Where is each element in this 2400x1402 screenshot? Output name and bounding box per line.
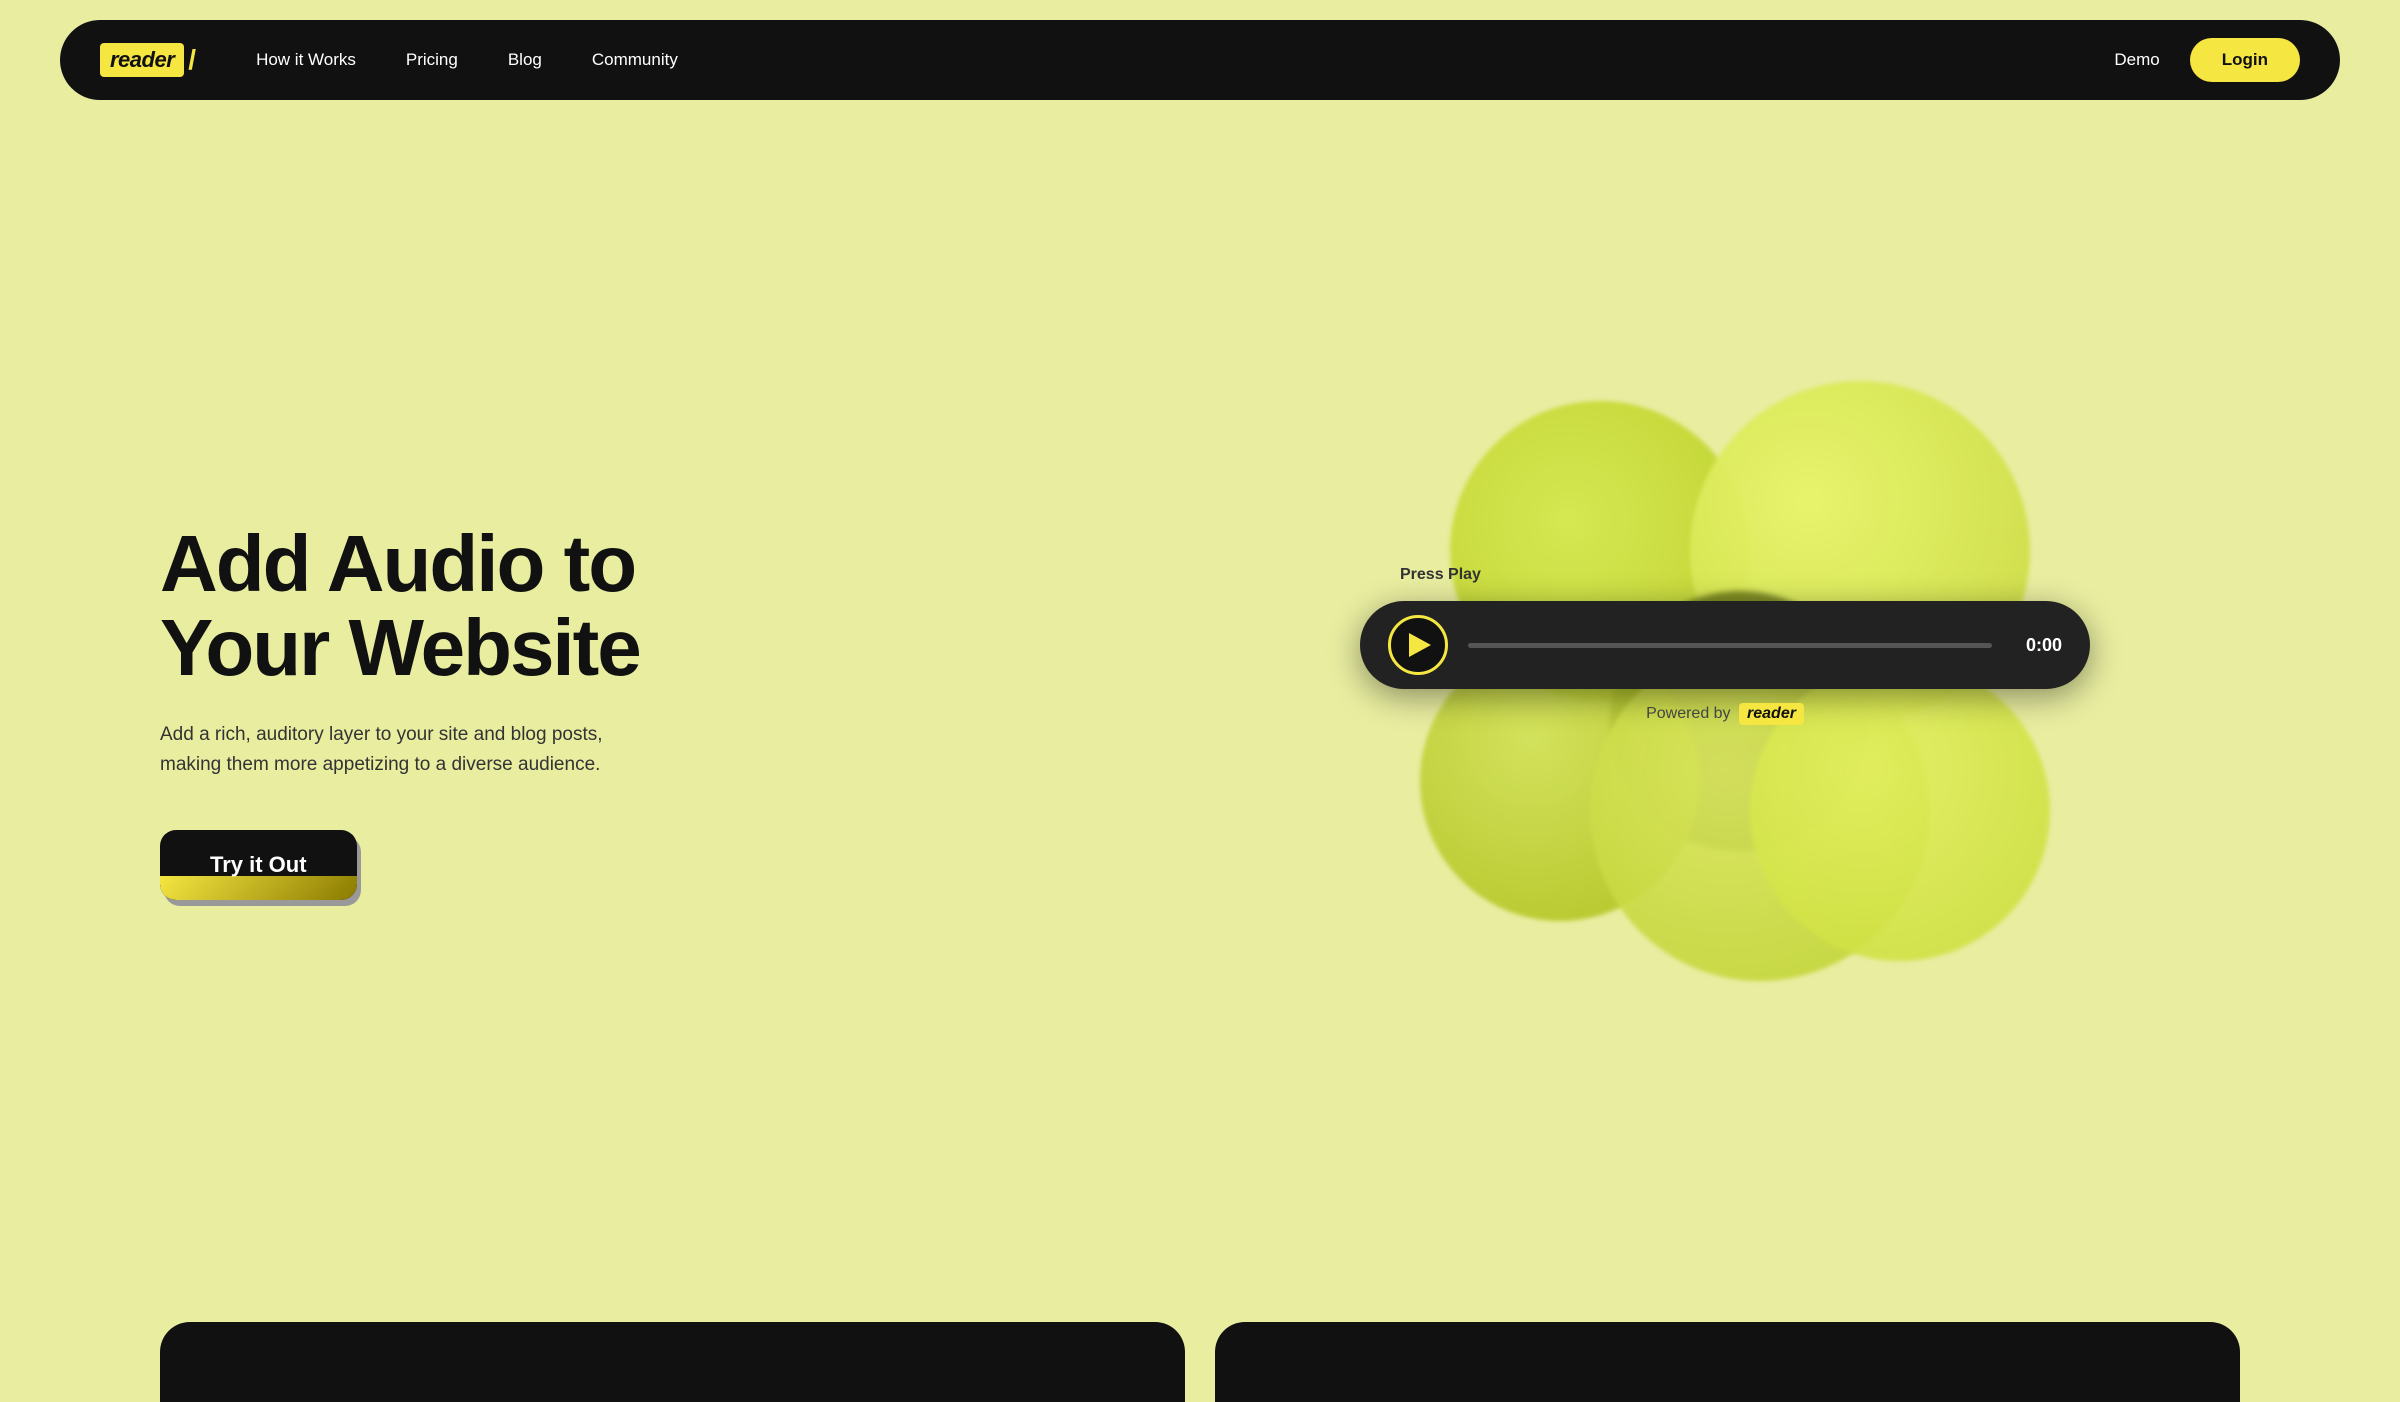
blobs-container: Press Play 0:00 Powered by reader bbox=[1390, 381, 2090, 1061]
play-icon bbox=[1409, 633, 1431, 657]
login-button[interactable]: Login bbox=[2190, 38, 2300, 82]
bottom-card-left bbox=[160, 1322, 1185, 1402]
progress-bar[interactable] bbox=[1468, 643, 1992, 648]
nav-links: How it Works Pricing Blog Community bbox=[256, 50, 2114, 70]
hero-description: Add a rich, auditory layer to your site … bbox=[160, 720, 640, 781]
hero-section: Add Audio to Your Website Add a rich, au… bbox=[0, 120, 2400, 1322]
nav-item-how-it-works[interactable]: How it Works bbox=[256, 50, 356, 70]
logo-slash-icon: / bbox=[188, 44, 196, 76]
audio-player-wrapper: 0:00 Powered by reader bbox=[1360, 601, 2090, 725]
navbar: reader / How it Works Pricing Blog Commu… bbox=[60, 20, 2340, 100]
press-play-label: Press Play bbox=[1400, 566, 1481, 584]
try-it-out-button[interactable]: Try it Out bbox=[160, 830, 357, 900]
hero-title: Add Audio to Your Website bbox=[160, 522, 1304, 690]
logo-text: reader bbox=[100, 43, 184, 77]
audio-player: 0:00 bbox=[1360, 601, 2090, 689]
nav-item-blog[interactable]: Blog bbox=[508, 50, 542, 70]
bottom-cards bbox=[0, 1322, 2400, 1402]
time-display: 0:00 bbox=[2012, 635, 2062, 656]
nav-right: Demo Login bbox=[2114, 38, 2300, 82]
nav-item-pricing[interactable]: Pricing bbox=[406, 50, 458, 70]
nav-item-community[interactable]: Community bbox=[592, 50, 678, 70]
powered-by: Powered by reader bbox=[1360, 703, 2090, 725]
bottom-card-right bbox=[1215, 1322, 2240, 1402]
demo-link[interactable]: Demo bbox=[2114, 50, 2159, 70]
logo-link[interactable]: reader / bbox=[100, 43, 196, 77]
powered-by-logo: reader bbox=[1739, 703, 1804, 725]
play-button[interactable] bbox=[1388, 615, 1448, 675]
hero-content: Add Audio to Your Website Add a rich, au… bbox=[160, 522, 1304, 901]
